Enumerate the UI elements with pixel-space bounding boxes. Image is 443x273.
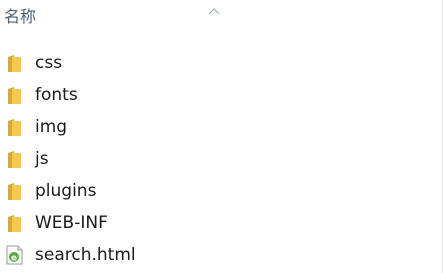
file-name: img: [35, 117, 68, 137]
list-item-search-html[interactable]: e search.html: [0, 239, 436, 271]
list-item-css[interactable]: css: [0, 47, 436, 79]
file-list: css fonts img js plugins WEB-INF e searc…: [0, 47, 436, 271]
file-name: plugins: [35, 181, 97, 201]
name-column-header[interactable]: 名称: [4, 6, 36, 28]
file-name: css: [35, 53, 63, 73]
list-item-plugins[interactable]: plugins: [0, 175, 436, 207]
folder-icon: [6, 149, 24, 169]
folder-icon: [6, 85, 24, 105]
file-name: js: [35, 149, 49, 169]
list-item-img[interactable]: img: [0, 111, 436, 143]
list-item-fonts[interactable]: fonts: [0, 79, 436, 111]
list-item-web-inf[interactable]: WEB-INF: [0, 207, 436, 239]
folder-icon: [6, 213, 24, 233]
folder-icon: [6, 181, 24, 201]
folder-icon: [6, 53, 24, 73]
sort-ascending-icon: [208, 0, 220, 15]
html-file-icon: e: [6, 245, 24, 265]
file-name: WEB-INF: [35, 213, 108, 233]
column-header: 名称: [0, 0, 436, 36]
file-name: fonts: [35, 85, 78, 105]
svg-text:e: e: [11, 254, 17, 264]
list-item-js[interactable]: js: [0, 143, 436, 175]
file-name: search.html: [35, 245, 136, 265]
folder-icon: [6, 117, 24, 137]
